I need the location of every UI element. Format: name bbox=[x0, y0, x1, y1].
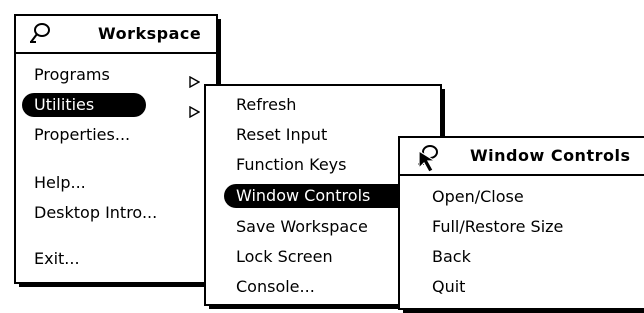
menu-item-label: Quit bbox=[432, 277, 466, 296]
menu-item-help[interactable]: Help... bbox=[22, 170, 210, 196]
menu-item-programs[interactable]: Programs bbox=[22, 62, 210, 89]
workspace-menu-title-bar: Workspace bbox=[16, 16, 216, 54]
menu-item-utilities[interactable]: Utilities bbox=[22, 92, 210, 119]
menu-item-label: Window Controls bbox=[236, 186, 371, 205]
menu-item-label: Back bbox=[432, 247, 471, 266]
workspace-menu: Workspace Programs Utilities Properties.… bbox=[14, 14, 221, 287]
menu-item-exit[interactable]: Exit... bbox=[22, 246, 210, 272]
menu-item-label: Desktop Intro... bbox=[34, 203, 158, 222]
menu-item-label: Reset Input bbox=[236, 125, 328, 144]
menu-item-refresh[interactable]: Refresh bbox=[212, 92, 434, 118]
menu-item-label: Programs bbox=[34, 65, 110, 84]
menu-item-full-restore-size[interactable]: Full/Restore Size bbox=[406, 214, 642, 240]
menu-item-open-close[interactable]: Open/Close bbox=[406, 184, 642, 210]
menu-item-label: Properties... bbox=[34, 125, 131, 144]
mouse-pointer-icon bbox=[418, 149, 444, 180]
window-controls-menu-title: Window Controls bbox=[470, 146, 631, 165]
menu-item-label: Function Keys bbox=[236, 155, 347, 174]
menu-item-label: Open/Close bbox=[432, 187, 524, 206]
menu-item-quit[interactable]: Quit bbox=[406, 274, 642, 300]
menu-item-label: Lock Screen bbox=[236, 247, 333, 266]
menu-item-label: Full/Restore Size bbox=[432, 217, 564, 236]
menu-item-label: Save Workspace bbox=[236, 217, 368, 236]
menu-item-label: Console... bbox=[236, 277, 315, 296]
menu-item-back[interactable]: Back bbox=[406, 244, 642, 270]
menu-item-label: Exit... bbox=[34, 249, 80, 268]
menu-item-label: Utilities bbox=[34, 95, 95, 114]
pushpin-icon[interactable] bbox=[28, 22, 52, 48]
menu-item-label: Refresh bbox=[236, 95, 297, 114]
menu-item-properties[interactable]: Properties... bbox=[22, 122, 210, 148]
workspace-menu-title: Workspace bbox=[98, 24, 202, 43]
menu-item-label: Help... bbox=[34, 173, 86, 192]
menu-item-desktop-intro[interactable]: Desktop Intro... bbox=[22, 200, 210, 226]
